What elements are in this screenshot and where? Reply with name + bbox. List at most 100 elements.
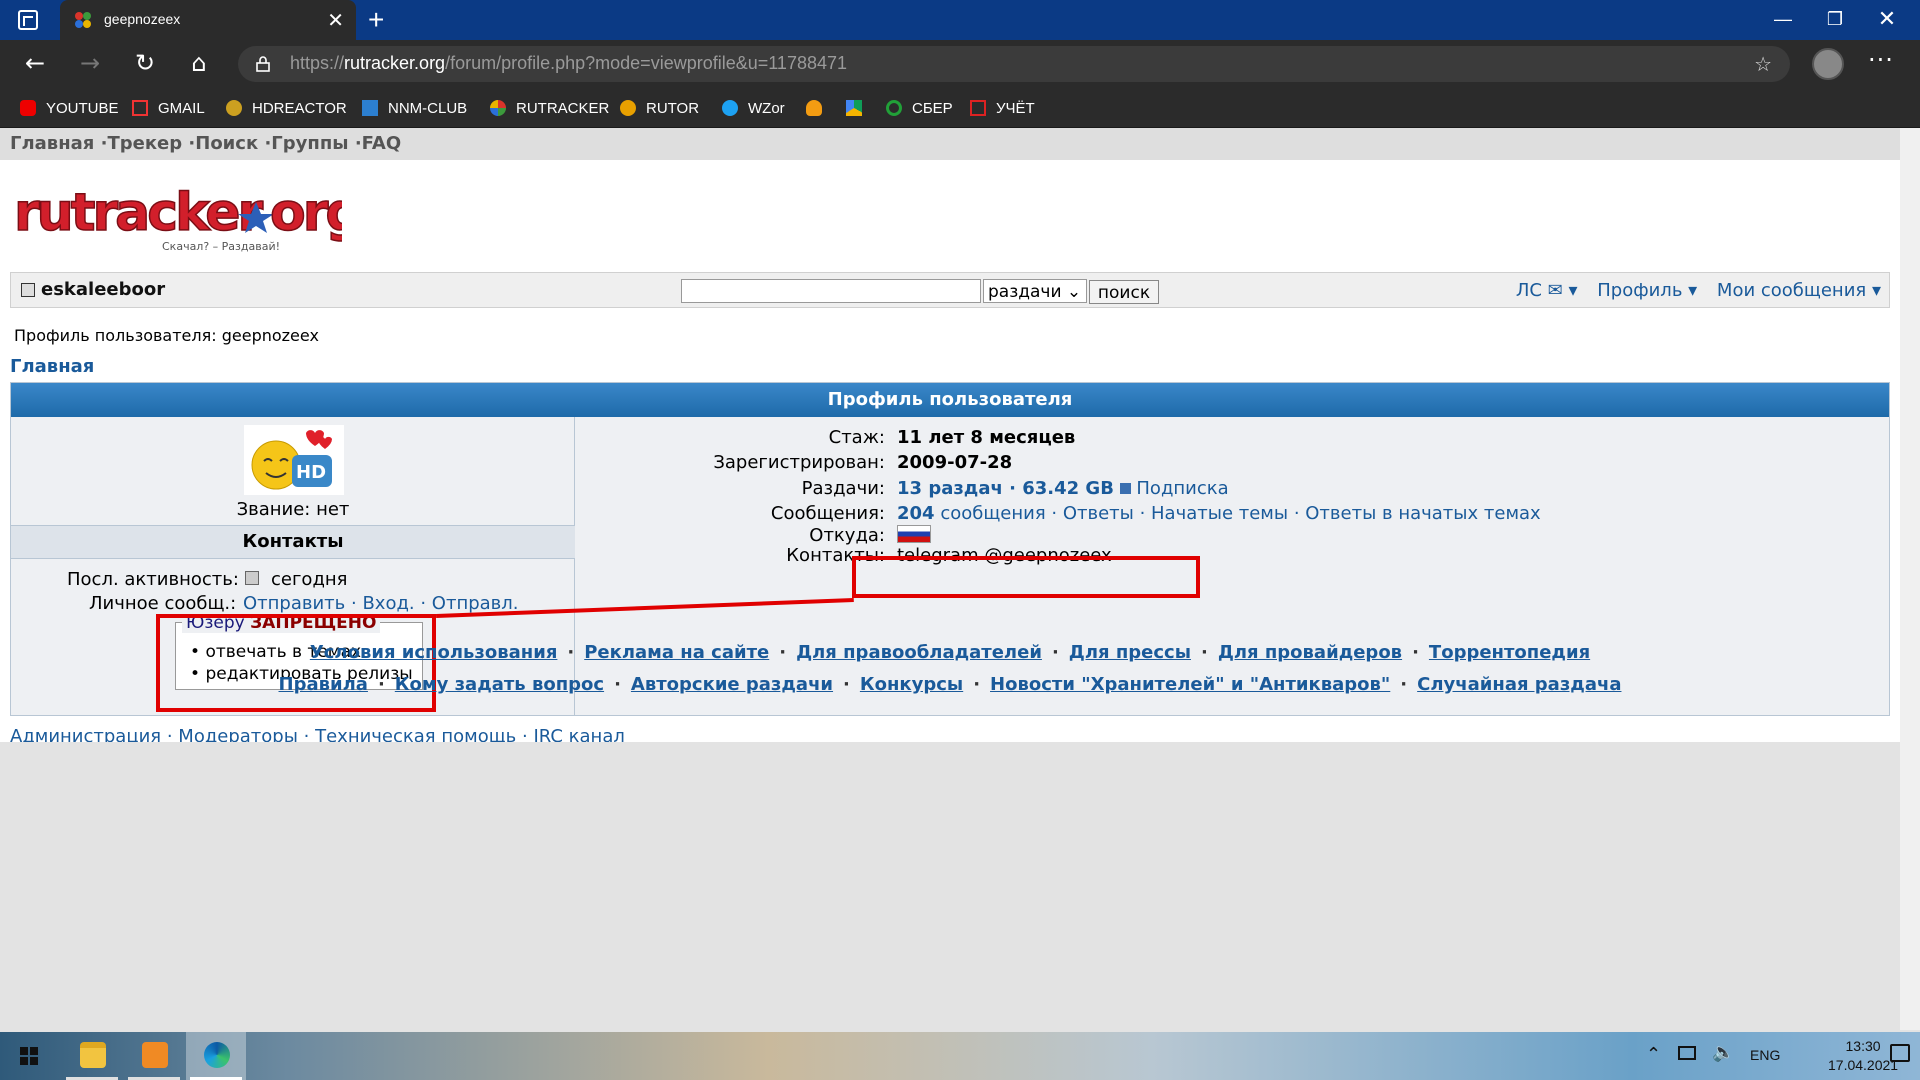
user-avatar: HD xyxy=(244,425,344,495)
bookmark-uchet[interactable]: УЧЁТ xyxy=(970,95,1035,121)
system-tray: ⌃ 🔈 ENG 13:30 17.04.2021 xyxy=(1620,1032,1920,1080)
breadcrumb-home[interactable]: Главная xyxy=(10,356,94,377)
bookmarks-bar: YOUTUBE GMAIL HDREACTOR NNM-CLUB RUTRACK… xyxy=(0,88,1920,128)
experience-value: 11 лет 8 месяцев xyxy=(897,427,1076,448)
add-favorite-icon[interactable]: ☆ xyxy=(1754,52,1772,76)
address-bar[interactable]: https://rutracker.org/forum/profile.php?… xyxy=(238,46,1790,82)
footer-link-ads[interactable]: Реклама на сайте xyxy=(584,642,769,663)
cloud-icon xyxy=(806,100,822,116)
footer-link-providers[interactable]: Для провайдеров xyxy=(1218,642,1402,663)
restore-icon[interactable]: ❐ xyxy=(1810,0,1860,40)
search-input[interactable] xyxy=(681,279,981,303)
bookmark-sber[interactable]: СБЕР xyxy=(886,95,953,121)
activity-status-icon xyxy=(245,571,259,585)
back-icon[interactable]: ← xyxy=(18,48,52,80)
clock-date: 17.04.2021 xyxy=(1828,1057,1899,1073)
footer-link-terms[interactable]: Условия использования xyxy=(310,642,558,663)
logout-icon[interactable] xyxy=(21,283,35,297)
pm-menu[interactable]: ЛС ✉ ▾ xyxy=(1516,280,1578,301)
nav-tracker[interactable]: Трекер xyxy=(107,133,182,154)
taskbar-media-player[interactable] xyxy=(124,1032,184,1080)
network-icon[interactable] xyxy=(1678,1046,1696,1060)
user-bar: eskaleeboor раздачи ⌄ поиск ЛС ✉ ▾ Профи… xyxy=(10,272,1890,308)
url-text: https://rutracker.org/forum/profile.php?… xyxy=(290,53,848,73)
svg-text:rutracker: rutracker xyxy=(14,183,264,243)
last-activity-label: Посл. активность: xyxy=(67,569,239,590)
refresh-icon[interactable]: ↻ xyxy=(128,48,162,80)
windows-start-icon[interactable] xyxy=(0,1032,60,1080)
russia-flag-icon xyxy=(897,525,931,543)
document-icon xyxy=(970,100,986,116)
messages-links[interactable]: сообщения · Ответы · Начатые темы · Отве… xyxy=(940,503,1540,524)
show-hidden-icons-icon[interactable]: ⌃ xyxy=(1646,1044,1661,1065)
bookmark-hdreactor[interactable]: HDREACTOR xyxy=(226,95,347,121)
nav-home[interactable]: Главная xyxy=(10,133,94,154)
highlight-restrictions-box xyxy=(156,614,436,712)
search-category-select[interactable]: раздачи ⌄ xyxy=(983,279,1087,303)
search-button[interactable]: поиск xyxy=(1089,280,1159,304)
footer-link-press[interactable]: Для прессы xyxy=(1069,642,1191,663)
bookmark-cloud[interactable] xyxy=(806,95,832,121)
releases-link[interactable]: 13 раздач · 63.42 GB xyxy=(897,478,1114,499)
bookmark-drive[interactable] xyxy=(846,95,872,121)
footer-link-keepers-news[interactable]: Новости "Хранителей" и "Антикваров" xyxy=(990,674,1390,695)
profile-avatar[interactable] xyxy=(1812,48,1844,80)
messages-count[interactable]: 204 xyxy=(897,503,935,524)
rutracker-logo[interactable]: rutracker org Скачал? – Раздавай! xyxy=(12,180,342,260)
current-username[interactable]: eskaleeboor xyxy=(41,279,165,300)
nav-faq[interactable]: FAQ xyxy=(362,133,401,154)
folder-icon xyxy=(80,1042,106,1068)
footer-link-random[interactable]: Случайная раздача xyxy=(1417,674,1621,695)
youtube-icon xyxy=(20,100,36,116)
private-message-links[interactable]: Отправить · Вход. · Отправл. xyxy=(243,593,519,614)
bookmark-youtube[interactable]: YOUTUBE xyxy=(20,95,119,121)
footer-link-rightholders[interactable]: Для правообладателей xyxy=(796,642,1042,663)
new-tab-icon[interactable]: + xyxy=(368,4,384,36)
rss-icon xyxy=(1119,483,1131,494)
notifications-icon[interactable] xyxy=(1890,1044,1910,1062)
more-menu-icon[interactable]: ··· xyxy=(1868,46,1894,74)
hdreactor-icon xyxy=(226,100,242,116)
chevron-down-icon: ⌄ xyxy=(1066,282,1082,302)
twitter-bird-icon xyxy=(722,100,738,116)
active-tab[interactable]: geepnozeex ✕ xyxy=(60,0,356,40)
tab-actions-icon[interactable] xyxy=(18,10,38,30)
rutracker-icon xyxy=(490,100,506,116)
home-icon[interactable]: ⌂ xyxy=(182,48,216,80)
close-window-icon[interactable]: ✕ xyxy=(1862,0,1912,40)
profile-menu[interactable]: Профиль ▾ xyxy=(1597,280,1697,301)
bookmark-nnm-club[interactable]: NNM-CLUB xyxy=(362,95,467,121)
profile-right-column: Стаж: 11 лет 8 месяцев Зарегистрирован: … xyxy=(713,427,1541,566)
taskbar-explorer[interactable] xyxy=(62,1032,122,1080)
gmail-icon xyxy=(132,100,148,116)
close-tab-icon[interactable]: ✕ xyxy=(327,8,344,33)
footer-link-rules[interactable]: Правила xyxy=(279,674,368,695)
nnm-club-icon xyxy=(362,100,378,116)
taskbar-edge[interactable] xyxy=(186,1032,246,1080)
bookmark-rutor[interactable]: RUTOR xyxy=(620,95,699,121)
my-messages-menu[interactable]: Мои сообщения ▾ xyxy=(1717,280,1881,301)
clock-time: 13:30 xyxy=(1845,1038,1881,1054)
bookmark-rutracker[interactable]: RUTRACKER xyxy=(490,95,609,121)
contacts-heading: Контакты xyxy=(11,525,575,559)
highlight-contacts-box xyxy=(852,556,1200,598)
svg-text:HD: HD xyxy=(296,462,326,483)
clock[interactable]: 13:30 17.04.2021 xyxy=(1828,1037,1898,1075)
bookmark-gmail[interactable]: GMAIL xyxy=(132,95,205,121)
volume-icon[interactable]: 🔈 xyxy=(1712,1042,1734,1063)
footer-link-torrentopedia[interactable]: Торрентопедия xyxy=(1429,642,1590,663)
footer-link-ask[interactable]: Кому задать вопрос xyxy=(395,674,604,695)
bookmark-wzor[interactable]: WZor xyxy=(722,95,785,121)
language-indicator[interactable]: ENG xyxy=(1750,1047,1780,1063)
page-title: Профиль пользователя: geepnozeex xyxy=(14,326,319,345)
web-page: Главная ·Трекер ·Поиск ·Группы ·FAQ rutr… xyxy=(0,128,1920,1030)
subscription-link[interactable]: Подписка xyxy=(1136,478,1228,499)
scrollbar[interactable] xyxy=(1900,128,1920,1030)
nav-groups[interactable]: Группы xyxy=(271,133,348,154)
nav-search[interactable]: Поиск xyxy=(195,133,258,154)
forward-icon[interactable]: → xyxy=(73,48,107,80)
footer-links-row-2: Правила · Кому задать вопрос · Авторские раз… xyxy=(278,674,1622,695)
minimize-icon[interactable]: — xyxy=(1758,0,1808,40)
footer-link-contests[interactable]: Конкурсы xyxy=(860,674,963,695)
footer-link-authors[interactable]: Авторские раздачи xyxy=(631,674,833,695)
